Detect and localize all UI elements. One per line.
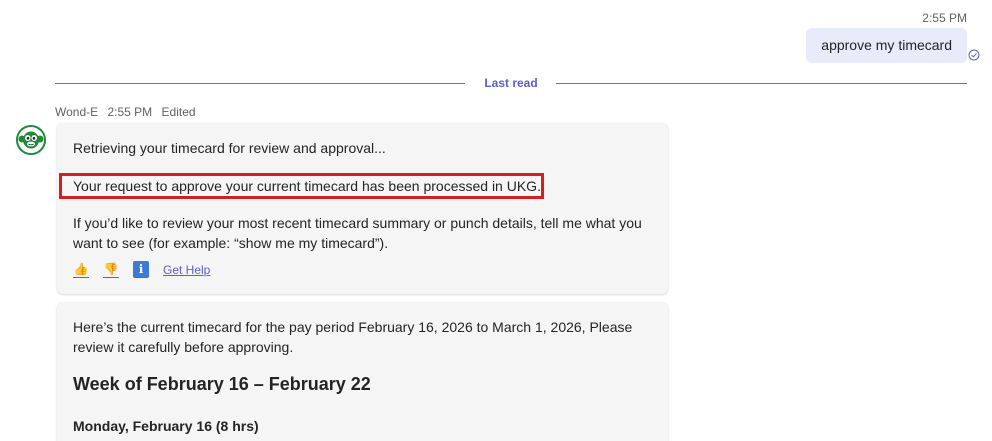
timecard-intro-text: Here’s the current timecard for the pay … <box>73 319 633 355</box>
chat-pane: 2:55 PM approve my timecard Last read Wo… <box>0 0 992 441</box>
thumbs-down-icon[interactable]: 👎 <box>103 261 119 278</box>
week-heading: Week of February 16 – February 22 <box>73 374 371 394</box>
message-text: If you’d like to review your most recent… <box>73 215 642 251</box>
thumbs-up-icon[interactable]: 👍 <box>73 261 89 278</box>
sender-name: Wond-E <box>55 105 99 119</box>
last-read-divider-left <box>55 83 465 84</box>
edited-label: Edited <box>161 105 196 119</box>
bot-message-meta: Wond-E 2:55 PM Edited <box>55 105 202 119</box>
read-receipt-icon <box>968 49 980 61</box>
outgoing-timestamp: 2:55 PM <box>922 11 967 25</box>
bot-avatar-icon[interactable] <box>15 124 47 156</box>
feedback-actions: 👍 👎 ℹ Get Help <box>73 261 210 278</box>
info-icon[interactable]: ℹ <box>133 261 149 278</box>
last-read-label: Last read <box>484 76 538 90</box>
bot-message-card: Retrieving your timecard for review and … <box>57 123 668 294</box>
day-heading: Monday, February 16 (8 hrs) <box>73 418 259 434</box>
get-help-link[interactable]: Get Help <box>163 263 210 277</box>
bot-message-card-timecard: Here’s the current timecard for the pay … <box>57 302 668 441</box>
message-text: Retrieving your timecard for review and … <box>73 140 386 156</box>
outgoing-message-bubble[interactable]: approve my timecard <box>806 28 967 63</box>
last-read-divider-right <box>556 83 967 84</box>
message-text-highlighted: Your request to approve your current tim… <box>73 178 541 194</box>
message-timestamp: 2:55 PM <box>107 105 153 119</box>
